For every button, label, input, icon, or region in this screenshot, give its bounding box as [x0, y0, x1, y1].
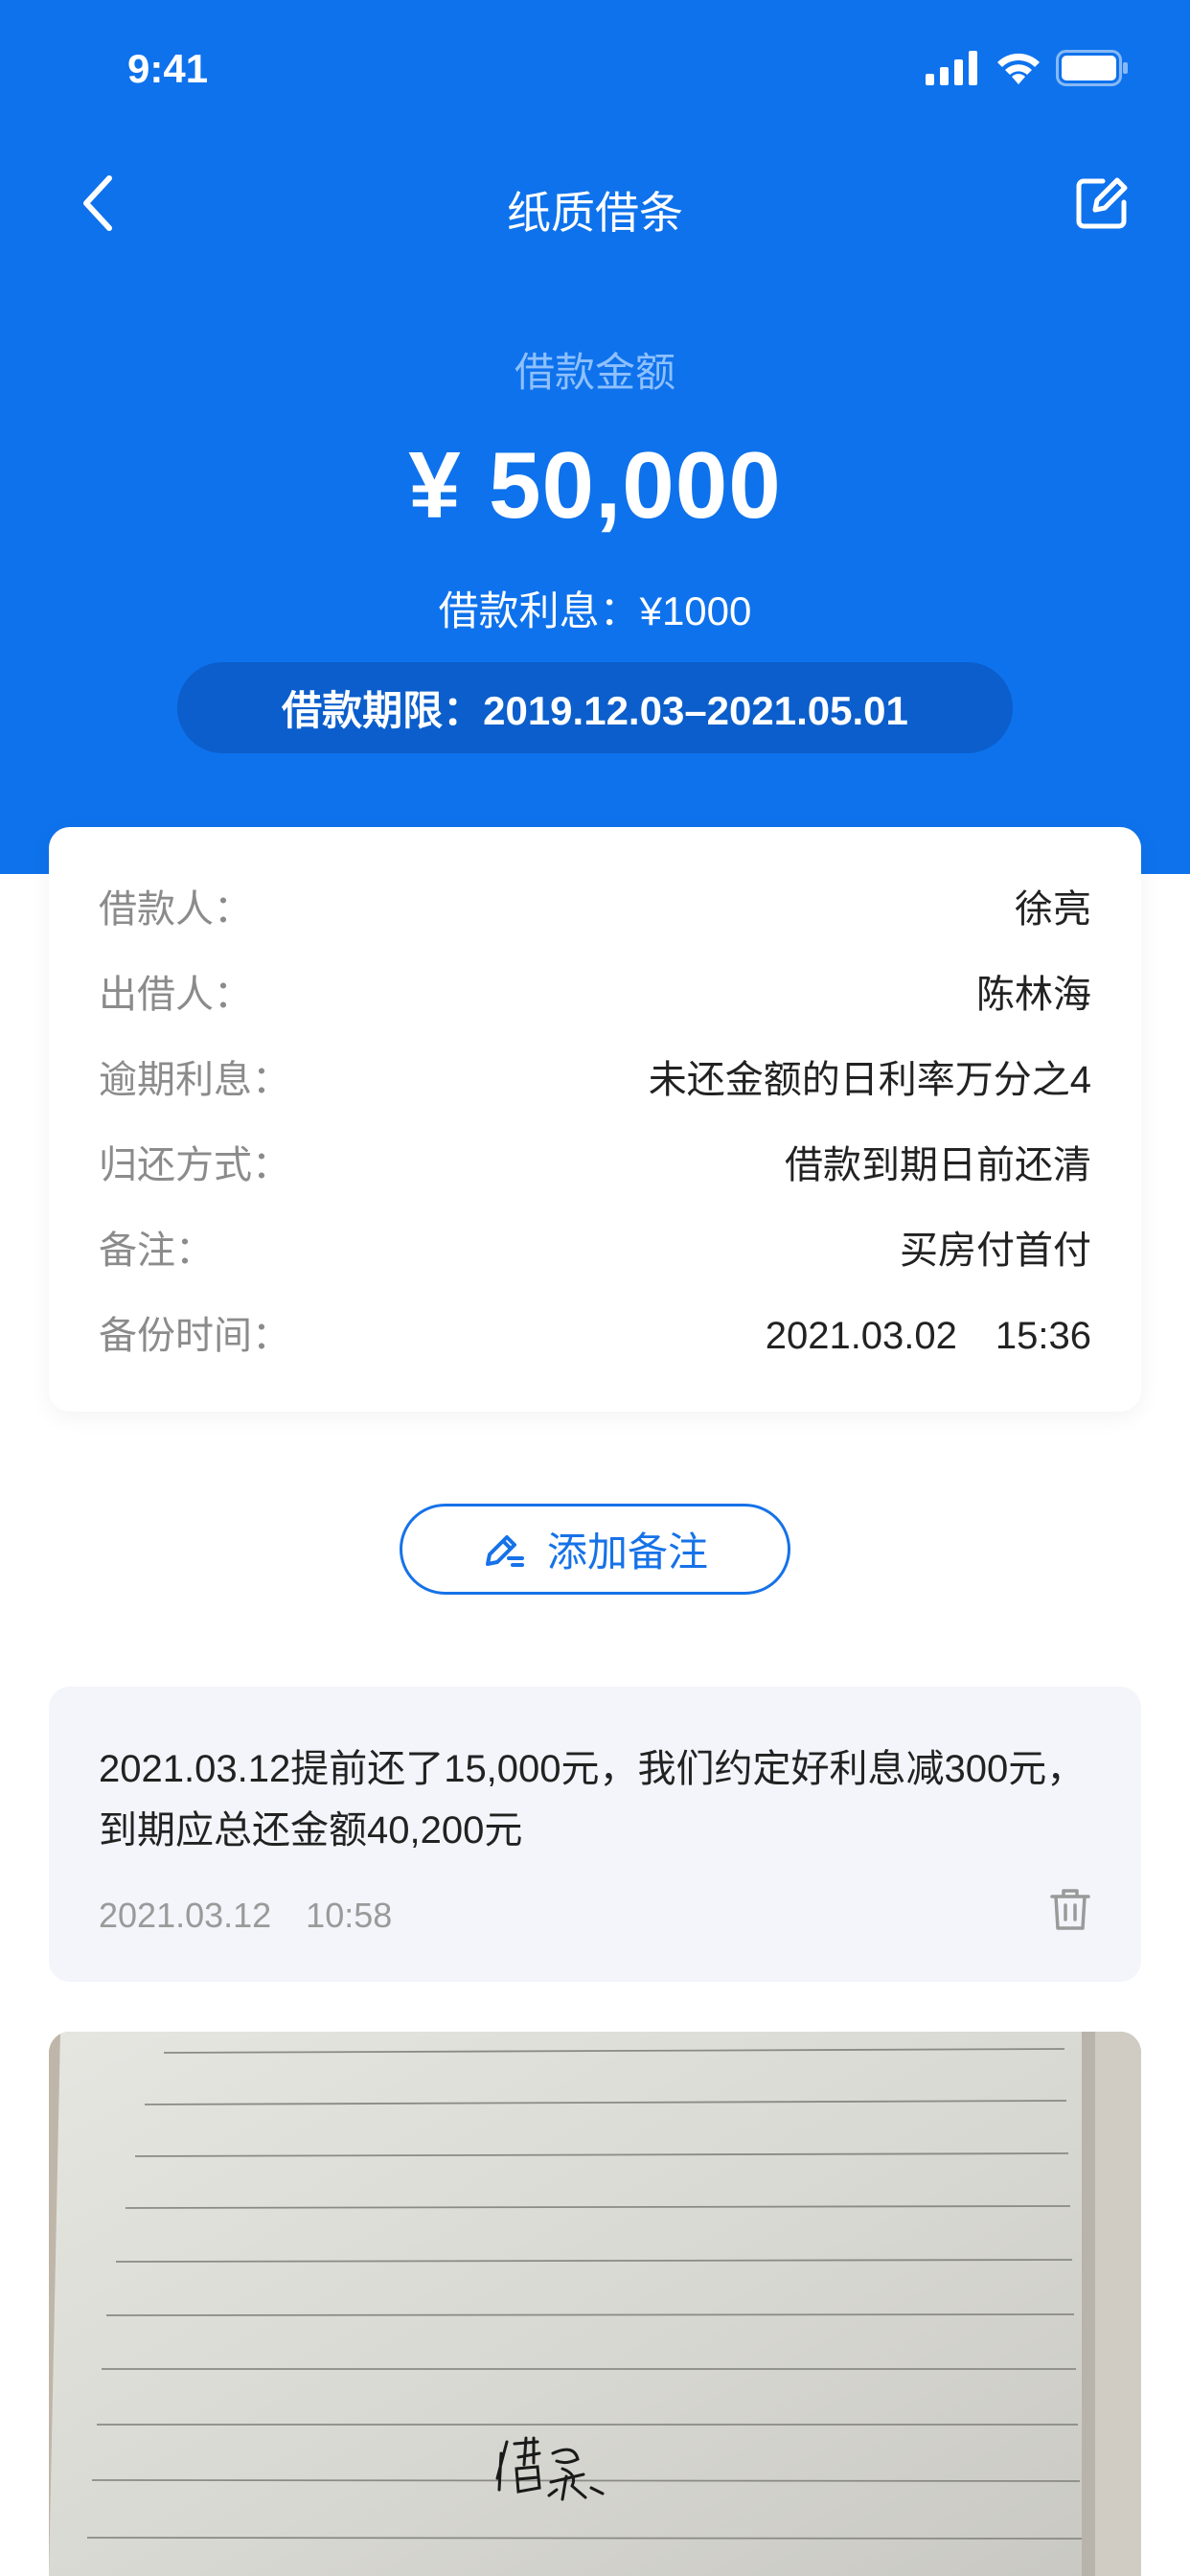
- detail-label: 备注：: [99, 1230, 214, 1272]
- pen-icon: [485, 1534, 524, 1567]
- detail-value: 未还金额的日利率万分之4: [648, 1059, 1091, 1101]
- loan-amount: ¥ 50,000: [408, 432, 782, 538]
- edit-icon: [1076, 177, 1128, 229]
- detail-label: 归还方式：: [99, 1144, 290, 1186]
- details-card: 借款人： 徐亮 出借人： 陈林海 逾期利息： 未还金额的日利率万分之4 归还方式…: [49, 827, 1141, 1412]
- battery-icon: [1056, 50, 1128, 86]
- detail-value: 徐亮: [1015, 888, 1091, 931]
- wifi-icon: [997, 53, 1040, 84]
- status-bar: 9:41: [0, 0, 1190, 144]
- loan-note-photo[interactable]: [49, 2032, 1141, 2576]
- signal-icon: [926, 51, 977, 85]
- notebook-paper-image: [49, 2032, 1141, 2576]
- edit-button[interactable]: [1067, 169, 1136, 238]
- status-icons: [926, 50, 1129, 86]
- note-timestamp: 2021.03.12 10:58: [99, 1896, 393, 1935]
- loan-term-text: 借款期限：2019.12.03–2021.05.01: [282, 688, 908, 733]
- loan-term-badge: 借款期限：2019.12.03–2021.05.01: [177, 662, 1013, 753]
- detail-row-borrower: 借款人： 徐亮: [99, 877, 1091, 934]
- detail-label: 借款人：: [99, 888, 252, 931]
- add-note-label: 添加备注: [546, 1530, 708, 1575]
- note-text: 2021.03.12提前还了15,000元，我们约定好利息减300元，到期应总还…: [99, 1748, 1086, 1852]
- delete-note-button[interactable]: [1047, 1884, 1093, 1934]
- detail-row-backup-time: 备份时间： 2021.03.02 15:36: [99, 1303, 1091, 1361]
- amount-label: 借款金额: [514, 350, 675, 395]
- detail-value: 陈林海: [976, 974, 1091, 1016]
- detail-row-repayment-method: 归还方式： 借款到期日前还清: [99, 1133, 1091, 1190]
- status-time: 9:41: [127, 46, 209, 91]
- detail-row-overdue-interest: 逾期利息： 未还金额的日利率万分之4: [99, 1047, 1091, 1105]
- detail-value: 2021.03.02 15:36: [765, 1315, 1091, 1357]
- add-note-button[interactable]: 添加备注: [400, 1504, 790, 1595]
- detail-label: 出借人：: [99, 974, 252, 1016]
- detail-value: 买房付首付: [900, 1230, 1091, 1272]
- note-card: 2021.03.12提前还了15,000元，我们约定好利息减300元，到期应总还…: [49, 1687, 1141, 1982]
- detail-label: 备份时间：: [99, 1315, 290, 1357]
- detail-row-remark: 备注： 买房付首付: [99, 1218, 1091, 1276]
- loan-interest: 借款利息：¥1000: [438, 588, 752, 633]
- trash-icon: [1050, 1889, 1090, 1930]
- detail-row-lender: 出借人： 陈林海: [99, 962, 1091, 1020]
- nav-bar: 纸质借条: [0, 144, 1190, 263]
- detail-value: 借款到期日前还清: [785, 1144, 1091, 1186]
- detail-label: 逾期利息：: [99, 1059, 290, 1101]
- page-title: 纸质借条: [507, 188, 683, 238]
